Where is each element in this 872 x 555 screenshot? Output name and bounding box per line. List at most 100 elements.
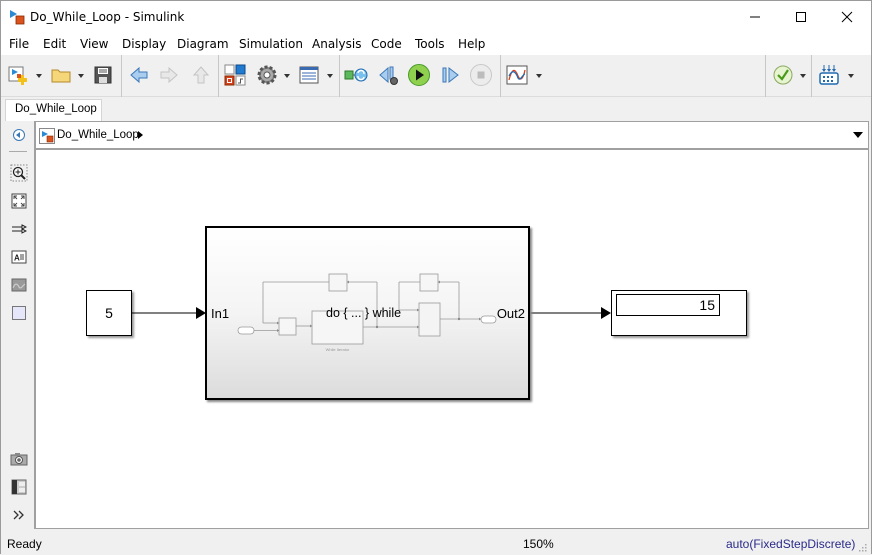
toolbar-separator [339,55,340,97]
menu-diagram[interactable]: Diagram [177,37,229,51]
hide-browser-button[interactable] [10,126,28,144]
inner-block-label: While Iterator [326,347,350,352]
status-text: Ready [7,537,42,551]
step-back-button[interactable] [377,63,401,87]
back-button[interactable] [127,63,151,87]
annotation-icon: A [11,250,27,264]
screenshot-button[interactable] [10,450,28,468]
maximize-button[interactable] [778,1,824,33]
minimize-button[interactable] [732,1,778,33]
model-advisor-check-icon [773,65,793,85]
window-title: Do_While_Loop - Simulink [30,10,185,24]
back-arrow-icon [130,66,148,84]
area-button[interactable] [10,304,28,322]
toolbar-separator [765,55,766,97]
simulink-window: Do_While_Loop - Simulink File Edit View … [0,0,872,554]
screenshot-camera-icon [10,453,28,466]
model-explorer-dropdown[interactable] [327,74,333,78]
new-model-icon [8,66,27,85]
expand-icon [13,510,24,520]
fit-view-button[interactable] [10,192,28,210]
library-browser-button[interactable] [223,63,247,87]
menu-file[interactable]: File [9,37,29,51]
toolbar-separator [121,55,122,97]
build-dropdown[interactable] [848,74,854,78]
svg-text:A: A [14,254,20,263]
simulink-model-icon [10,10,25,25]
step-back-icon [379,66,398,85]
save-button[interactable] [91,63,115,87]
forward-button[interactable] [157,63,181,87]
toolbar-separator [500,55,501,97]
chevron-down-icon[interactable] [853,132,863,138]
do-while-subsystem-block[interactable]: While Iterator In1 do { ... } while Out2 [205,226,530,400]
menu-analysis[interactable]: Analysis [312,37,361,51]
model-config-button[interactable] [255,63,279,87]
image-button[interactable] [10,276,28,294]
area-icon [12,306,26,320]
stop-button[interactable] [469,63,493,87]
data-inspector-button[interactable] [505,63,529,87]
fit-view-icon [11,193,27,209]
expand-palette-button[interactable] [10,506,28,524]
model-browser-icon [11,479,27,495]
model-advisor-button[interactable] [771,63,795,87]
forward-arrow-icon [160,66,178,84]
close-button[interactable] [824,1,870,33]
menu-display[interactable]: Display [122,37,166,51]
stop-icon [470,64,492,86]
inport-label: In1 [211,306,230,321]
data-inspector-dropdown[interactable] [536,74,542,78]
status-bar: Ready 150% auto(FixedStepDiscrete) [1,534,871,554]
chevron-right-icon[interactable] [138,131,143,139]
solver-link[interactable]: auto(FixedStepDiscrete) [726,537,855,551]
update-diagram-button[interactable] [344,63,368,87]
breadcrumb-model[interactable]: Do_While_Loop [57,129,139,141]
tab-do-while-loop[interactable]: Do_While_Loop [5,99,102,121]
up-arrow-icon [192,66,210,84]
toolbar-separator [811,55,812,97]
build-button[interactable] [817,63,841,87]
palette-separator [9,151,27,152]
library-browser-icon [224,64,246,86]
menu-view[interactable]: View [80,37,108,51]
annotation-button[interactable]: A [10,248,28,266]
image-icon [11,278,27,292]
menu-help[interactable]: Help [458,37,485,51]
model-tab-strip: Do_While_Loop [1,97,871,121]
toolbar: Normal [1,55,871,140]
zoom-icon [10,164,28,182]
menu-tools[interactable]: Tools [415,37,445,51]
close-icon [841,11,853,23]
signal-line-button[interactable] [10,220,28,238]
constant-block[interactable]: 5 [86,290,132,336]
model-explorer-button[interactable] [297,63,321,87]
display-block[interactable]: 15 [611,290,747,336]
open-dropdown[interactable] [78,74,84,78]
constant-value: 5 [105,305,113,321]
open-folder-icon [51,69,71,83]
title-bar: Do_While_Loop - Simulink [1,1,871,33]
model-browser-button[interactable] [10,478,28,496]
resize-grip-icon[interactable] [857,542,867,552]
zoom-level: 150% [523,537,554,551]
menu-simulation[interactable]: Simulation [239,37,303,51]
new-model-dropdown[interactable] [36,74,42,78]
explorer-bar: Do_While_Loop [35,121,869,150]
display-value: 15 [616,294,720,316]
up-button[interactable] [189,63,213,87]
menu-edit[interactable]: Edit [43,37,66,51]
model-advisor-dropdown[interactable] [800,74,806,78]
open-button[interactable] [49,63,73,87]
build-icon [819,65,839,85]
run-button[interactable] [407,63,431,87]
palette-toolbar: A [1,121,35,529]
step-forward-button[interactable] [438,63,462,87]
menu-code[interactable]: Code [371,37,402,51]
model-config-gear-icon [257,65,277,85]
outport-label: Out2 [496,306,525,321]
new-model-button[interactable] [6,63,30,87]
zoom-button[interactable] [10,164,28,182]
model-config-dropdown[interactable] [284,74,290,78]
step-forward-icon [442,66,459,84]
